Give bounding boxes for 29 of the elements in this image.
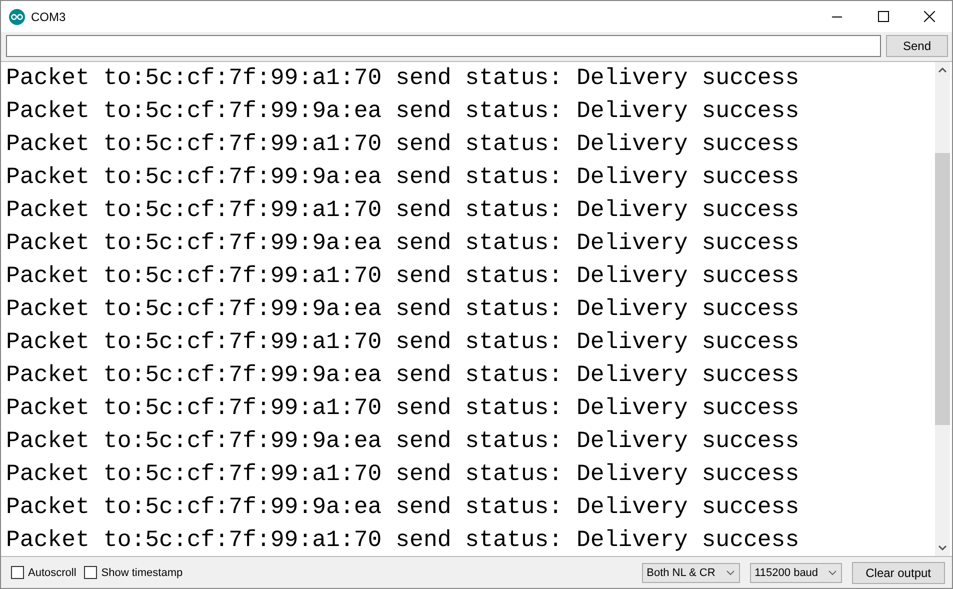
output-line: Packet to:5c:cf:7f:99:9a:ea send status: Delivery success (5, 493, 800, 522)
output-line: Packet to:5c:cf:7f:99:a1:70 send status: Delivery success (5, 64, 800, 93)
checkbox-option[interactable]: Show timestamp (84, 566, 183, 579)
window-title: COM3 (31, 10, 67, 24)
message-input[interactable] (6, 35, 881, 57)
output-line: Packet to:5c:cf:7f:99:a1:70 send status: Delivery success (5, 262, 800, 291)
caret-icon (726, 570, 735, 576)
maximize-icon (878, 11, 888, 22)
output-line: Packet to:5c:cf:7f:99:a1:70 send status: Delivery success (5, 196, 800, 225)
output-line: Packet to:5c:cf:7f:99:9a:ea send status: Delivery success (5, 229, 800, 258)
clear-output-button[interactable]: Clear output (852, 562, 945, 584)
output-line: Packet to:5c:cf:7f:99:a1:70 send status: Delivery success (5, 328, 800, 357)
checkbox-option[interactable]: Autoscroll (11, 566, 76, 579)
baud-rate-dropdown[interactable]: 115200 baud (750, 562, 842, 582)
output-line: Packet to:5c:cf:7f:99:9a:ea send status: Delivery success (5, 361, 800, 390)
output-line: Packet to:5c:cf:7f:99:a1:70 send status: Delivery success (5, 526, 800, 555)
send-button[interactable]: Send (886, 35, 948, 57)
output-line: Packet to:5c:cf:7f:99:9a:ea send status: Delivery success (5, 163, 800, 192)
output-line: Packet to:5c:cf:7f:99:9a:ea send status: Delivery success (5, 97, 800, 126)
line-ending-dropdown[interactable]: Both NL & CR (642, 562, 740, 582)
output-line: Packet to:5c:cf:7f:99:a1:70 send status: Delivery success (5, 130, 800, 159)
output-line: Packet to:5c:cf:7f:99:9a:ea send status: Delivery success (5, 295, 800, 324)
scrollbar[interactable] (935, 62, 950, 556)
output-line: Packet to:5c:cf:7f:99:9a:ea send status: Delivery success (5, 427, 800, 456)
app-logo-icon (9, 8, 25, 24)
output-line: Packet to:5c:cf:7f:99:a1:70 send status: Delivery success (5, 394, 800, 423)
output-line: Packet to:5c:cf:7f:99:a1:70 send status: Delivery success (5, 460, 800, 489)
close-icon (924, 11, 934, 22)
caret-icon (828, 570, 837, 576)
